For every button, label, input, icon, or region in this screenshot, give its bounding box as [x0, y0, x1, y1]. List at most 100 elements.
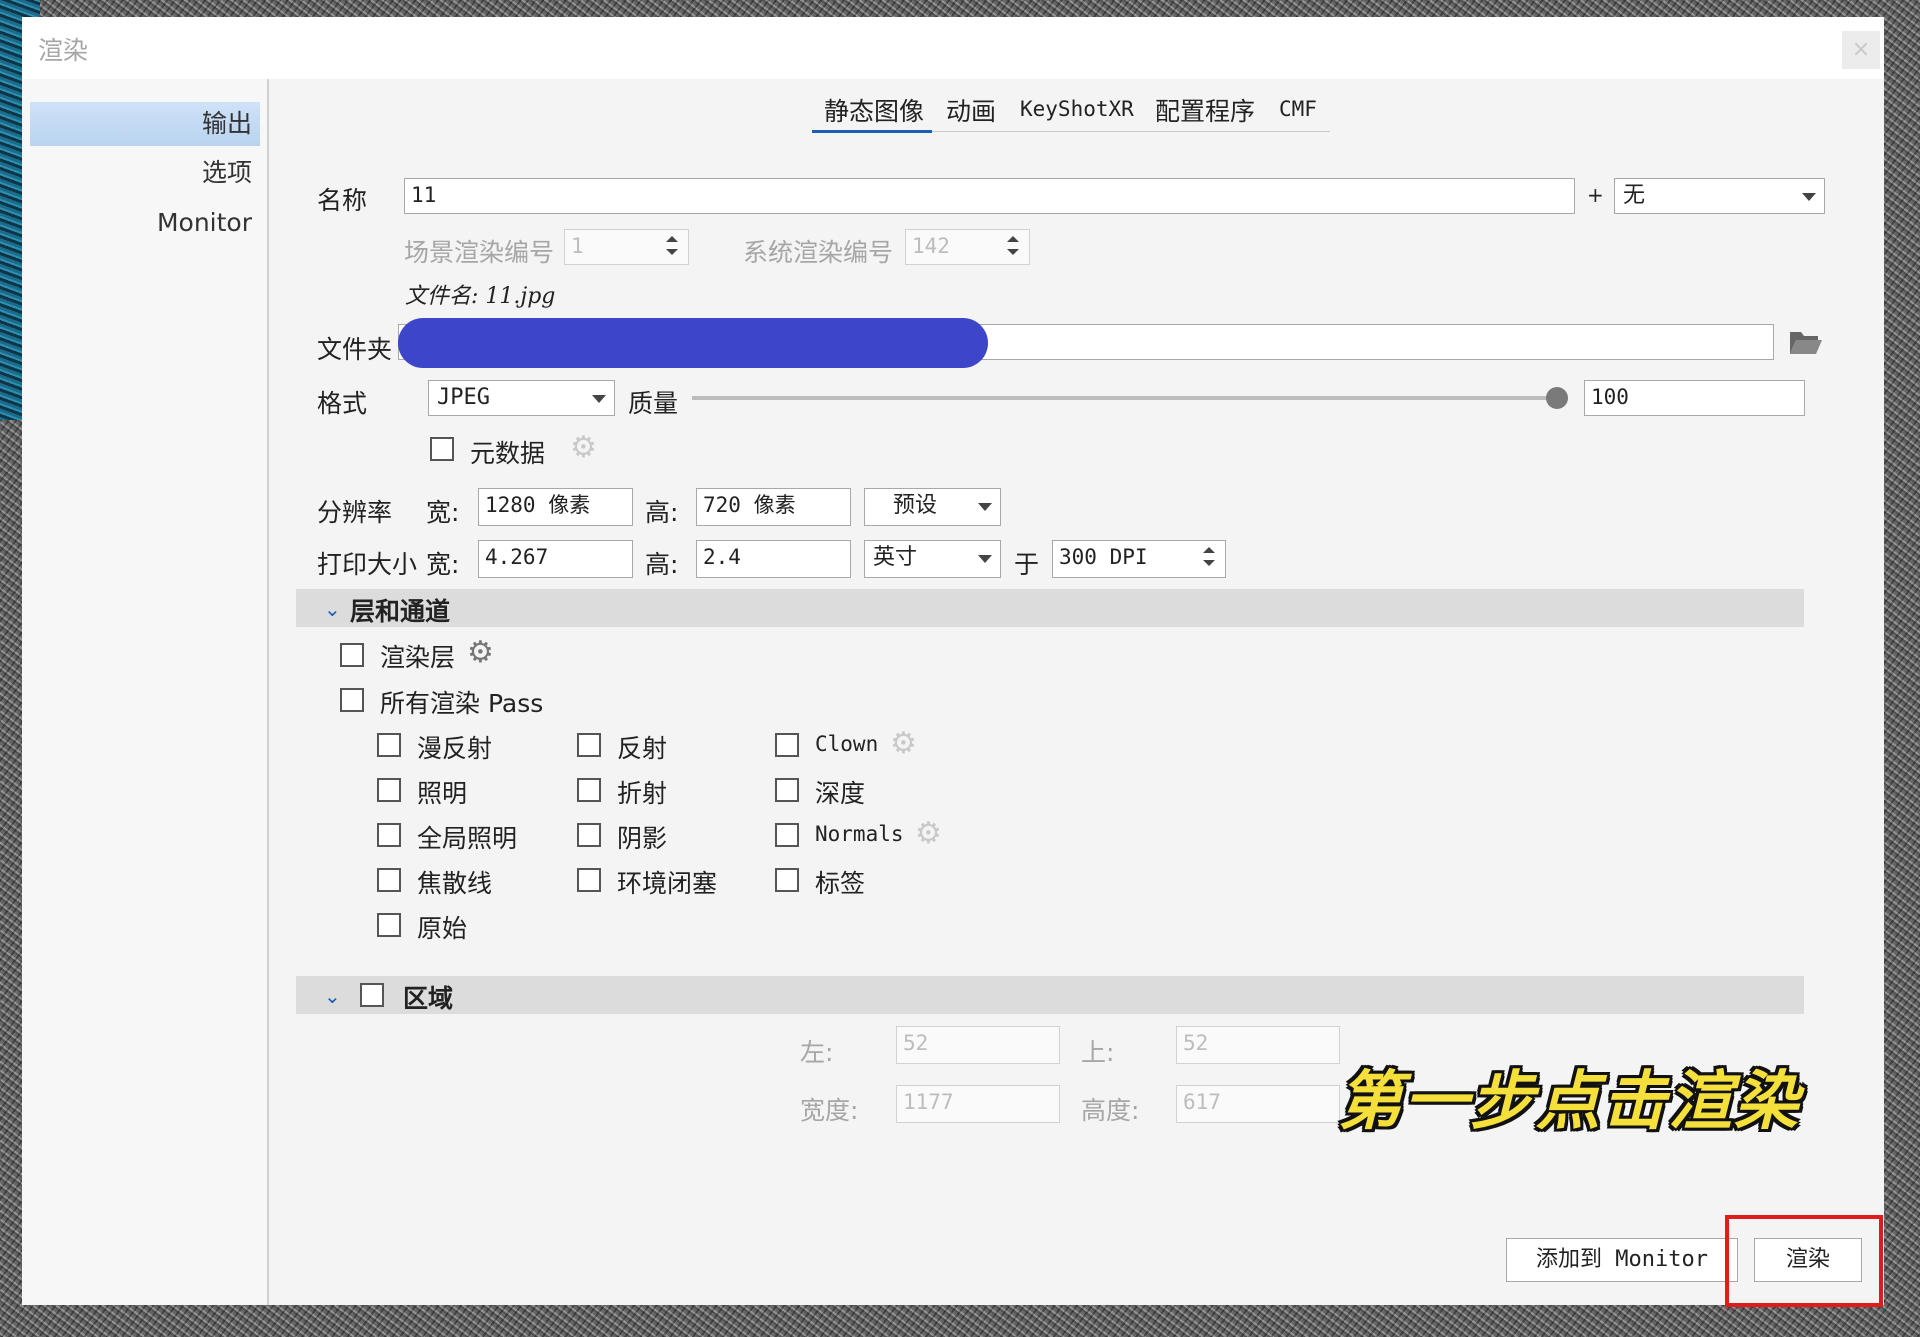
name-suffix-select[interactable]: 无 [1614, 178, 1825, 214]
name-input[interactable]: 11 [404, 178, 1575, 214]
gear-icon[interactable]: ⚙ [570, 433, 597, 463]
resolution-width-input[interactable]: 1280 像素 [478, 488, 633, 526]
dpi-value: 300 DPI [1059, 545, 1148, 569]
print-unit-select[interactable]: 英寸 [864, 540, 1001, 578]
resolution-preset-value: 预设 [893, 493, 938, 518]
metadata-checkbox[interactable] [430, 437, 454, 461]
lighting-checkbox[interactable] [377, 778, 401, 802]
pass-label: Clown [815, 732, 879, 756]
quality-label: 质量 [628, 389, 679, 418]
labels-checkbox[interactable] [775, 868, 799, 892]
render-layers-label: 渲染层 [380, 643, 456, 672]
sidebar-item-options[interactable]: 选项 [30, 151, 260, 195]
print-height-input[interactable]: 2.4 [696, 540, 851, 578]
render-layers-checkbox[interactable] [340, 643, 364, 667]
tutorial-caption: 第一步点击渲染 [1338, 1065, 1800, 1139]
quality-input[interactable]: 100 [1584, 380, 1805, 416]
all-passes-checkbox[interactable] [340, 688, 364, 712]
pass-label: Normals [815, 822, 904, 846]
format-value: JPEG [437, 385, 490, 410]
dpi-at-label: 于 [1014, 550, 1040, 579]
resolution-label: 分辨率 [317, 498, 393, 527]
scene-render-number-input[interactable]: 1 [564, 229, 689, 265]
print-width-label: 宽: [426, 550, 460, 579]
resolution-height-label: 高: [645, 498, 679, 527]
tab-keyshotxr[interactable]: KeyShotXR [1020, 97, 1134, 121]
resolution-width-label: 宽: [426, 498, 460, 527]
system-render-number-value: 142 [912, 234, 950, 258]
pass-label: 原始 [417, 914, 468, 943]
region-width-label: 宽度: [800, 1096, 859, 1125]
spinner-icon[interactable] [1001, 232, 1027, 260]
caustics-checkbox[interactable] [377, 868, 401, 892]
clown-checkbox[interactable] [775, 733, 799, 757]
region-left-label: 左: [800, 1038, 834, 1067]
region-height-input[interactable]: 617 [1176, 1085, 1340, 1123]
chevron-down-icon[interactable]: ⌄ [324, 984, 341, 1008]
tab-configurator[interactable]: 配置程序 [1155, 92, 1255, 128]
region-section-title: 区域 [403, 984, 454, 1013]
scene-render-number-value: 1 [571, 234, 584, 258]
resolution-height-input[interactable]: 720 像素 [696, 488, 851, 526]
add-to-monitor-button[interactable]: 添加到 Monitor [1506, 1238, 1738, 1282]
tab-cmf[interactable]: CMF [1279, 97, 1317, 121]
chevron-down-icon [1802, 193, 1816, 201]
title-bar: 渲染 × [22, 17, 1884, 79]
quality-slider-track[interactable] [692, 396, 1554, 400]
pass-label: 标签 [815, 869, 866, 898]
format-label: 格式 [317, 389, 368, 418]
chevron-down-icon [592, 395, 606, 403]
depth-checkbox[interactable] [775, 778, 799, 802]
shadow-checkbox[interactable] [577, 823, 601, 847]
redaction-overlay [398, 318, 988, 368]
tab-animation[interactable]: 动画 [946, 92, 996, 128]
tab-still-image[interactable]: 静态图像 [824, 92, 924, 128]
region-checkbox[interactable] [360, 983, 384, 1007]
chevron-down-icon [978, 555, 992, 563]
name-suffix-value: 无 [1623, 183, 1646, 208]
region-top-input[interactable]: 52 [1176, 1026, 1340, 1064]
active-tab-indicator [812, 130, 932, 133]
gear-icon[interactable]: ⚙ [467, 638, 494, 668]
region-left-input[interactable]: 52 [896, 1026, 1060, 1064]
sidebar-item-monitor[interactable]: Monitor [30, 201, 260, 245]
all-passes-label: 所有渲染 Pass [380, 689, 544, 718]
refraction-checkbox[interactable] [577, 778, 601, 802]
region-width-input[interactable]: 1177 [896, 1085, 1060, 1123]
print-unit-value: 英寸 [873, 545, 918, 570]
quality-slider-handle[interactable] [1546, 387, 1568, 409]
spinner-icon[interactable] [1197, 543, 1223, 571]
print-height-label: 高: [645, 550, 679, 579]
gear-icon[interactable]: ⚙ [915, 819, 942, 849]
spinner-icon[interactable] [660, 232, 686, 260]
folder-label: 文件夹 [317, 335, 393, 364]
pass-label: 焦散线 [417, 869, 493, 898]
format-select[interactable]: JPEG [428, 380, 615, 416]
reflection-checkbox[interactable] [577, 733, 601, 757]
plus-sign: + [1587, 183, 1604, 207]
print-width-input[interactable]: 4.267 [478, 540, 633, 578]
global-illumination-checkbox[interactable] [377, 823, 401, 847]
diffuse-checkbox[interactable] [377, 733, 401, 757]
sidebar-item-output[interactable]: 输出 [30, 102, 260, 146]
ambient-occlusion-checkbox[interactable] [577, 868, 601, 892]
tab-divider [932, 131, 1330, 132]
close-button[interactable]: × [1842, 31, 1880, 69]
pass-label: 照明 [417, 779, 468, 808]
gear-icon[interactable]: ⚙ [890, 729, 917, 759]
resolution-preset-select[interactable]: 预设 [864, 488, 1001, 526]
render-button-highlight [1725, 1215, 1883, 1307]
window-title: 渲染 [38, 36, 89, 65]
normals-checkbox[interactable] [775, 823, 799, 847]
pass-label: 折射 [617, 779, 668, 808]
region-section-header[interactable] [296, 976, 1804, 1014]
layers-section-header[interactable] [296, 589, 1804, 627]
dpi-input[interactable]: 300 DPI [1052, 540, 1226, 578]
print-size-label: 打印大小 [317, 550, 418, 579]
pass-label: 阴影 [617, 824, 668, 853]
folder-open-icon[interactable] [1788, 326, 1824, 358]
chevron-down-icon[interactable]: ⌄ [324, 597, 341, 621]
raw-checkbox[interactable] [377, 913, 401, 937]
system-render-number-input[interactable]: 142 [905, 229, 1030, 265]
pass-label: 环境闭塞 [617, 869, 718, 898]
